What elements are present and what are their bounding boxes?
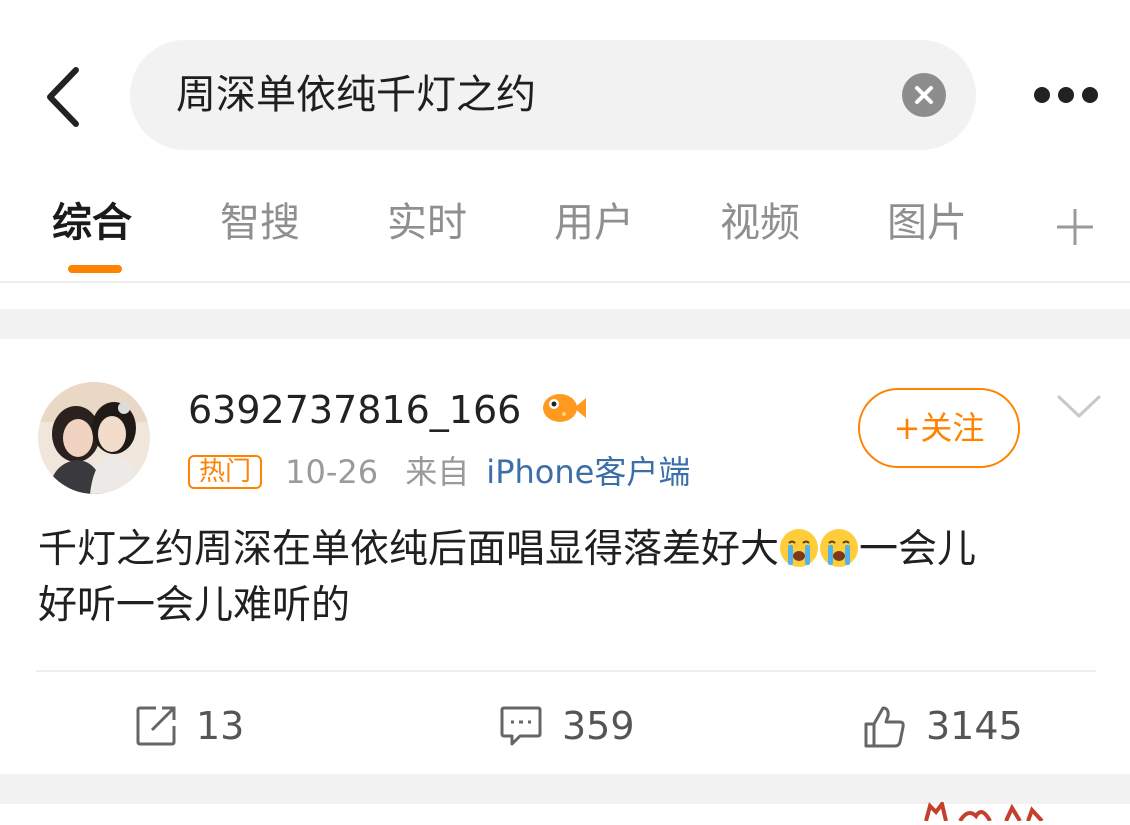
comment-count: 359 [562,704,635,748]
post-text-2: 一会儿 [859,527,977,572]
crying-face-icon [820,529,859,567]
thumbs-up-icon [864,706,905,748]
comment-icon [500,706,542,746]
like-count: 3145 [926,704,1023,748]
post-menu-button[interactable] [1056,392,1102,422]
post-source-prefix: 来自 [405,453,470,491]
post-meta: 热门 10-26 来自 iPhone客户端 [188,450,690,494]
tab-images[interactable]: 图片 [887,190,967,256]
repost-button[interactable]: 13 [134,698,274,754]
more-options-button[interactable] [1030,80,1102,110]
clear-x-icon [915,86,933,104]
post-username[interactable]: 6392737816_166 [188,384,521,436]
comment-button[interactable]: 359 [498,698,648,754]
tabs-divider [0,281,1130,283]
add-tab-button[interactable] [1055,207,1095,247]
chevron-left-icon [47,67,79,127]
repost-count: 13 [196,704,245,748]
crying-face-icon [780,529,819,567]
post-content-line-2: 好听一会儿难听的 [38,583,351,628]
post-divider [36,670,1096,672]
share-icon [136,706,176,746]
post-source[interactable]: iPhone客户端 [486,450,690,494]
post-date: 10-26 [285,453,379,491]
tab-videos[interactable]: 视频 [720,190,800,256]
tab-users[interactable]: 用户 [554,190,634,256]
post-text-1: 千灯之约周深在单依纯后面唱显得落差好大 [38,527,780,572]
chevron-down-icon [1057,395,1101,418]
corner-decoration [920,799,1060,823]
like-button[interactable]: 3145 [862,698,1032,754]
tab-comprehensive[interactable]: 综合 [52,190,132,256]
post-content: 千灯之约周深在单依纯后面唱显得落差好大 一会儿 好听一会儿难听的 [38,522,1100,634]
back-button[interactable] [38,64,92,130]
tab-realtime[interactable]: 实时 [387,190,467,256]
active-tab-indicator [68,265,122,273]
follow-button[interactable]: +关注 [858,388,1020,468]
avatar-image [38,382,150,494]
clear-search-button[interactable] [902,73,946,117]
plus-icon [1057,209,1093,245]
fish-badge-icon [540,388,588,428]
hot-badge: 热门 [188,455,263,489]
tab-smart-search[interactable]: 智搜 [220,190,300,256]
section-gap-bottom [0,774,1130,804]
post-content-line-1: 千灯之约周深在单依纯后面唱显得落差好大 一会儿 [38,522,1100,578]
section-gap [0,309,1130,339]
search-tabs: 综合 智搜 实时 用户 视频 图片 [0,180,1130,280]
search-bar[interactable]: 周深单依纯千灯之约 [130,40,976,150]
search-input[interactable]: 周深单依纯千灯之约 [176,40,536,150]
avatar[interactable] [38,382,150,494]
